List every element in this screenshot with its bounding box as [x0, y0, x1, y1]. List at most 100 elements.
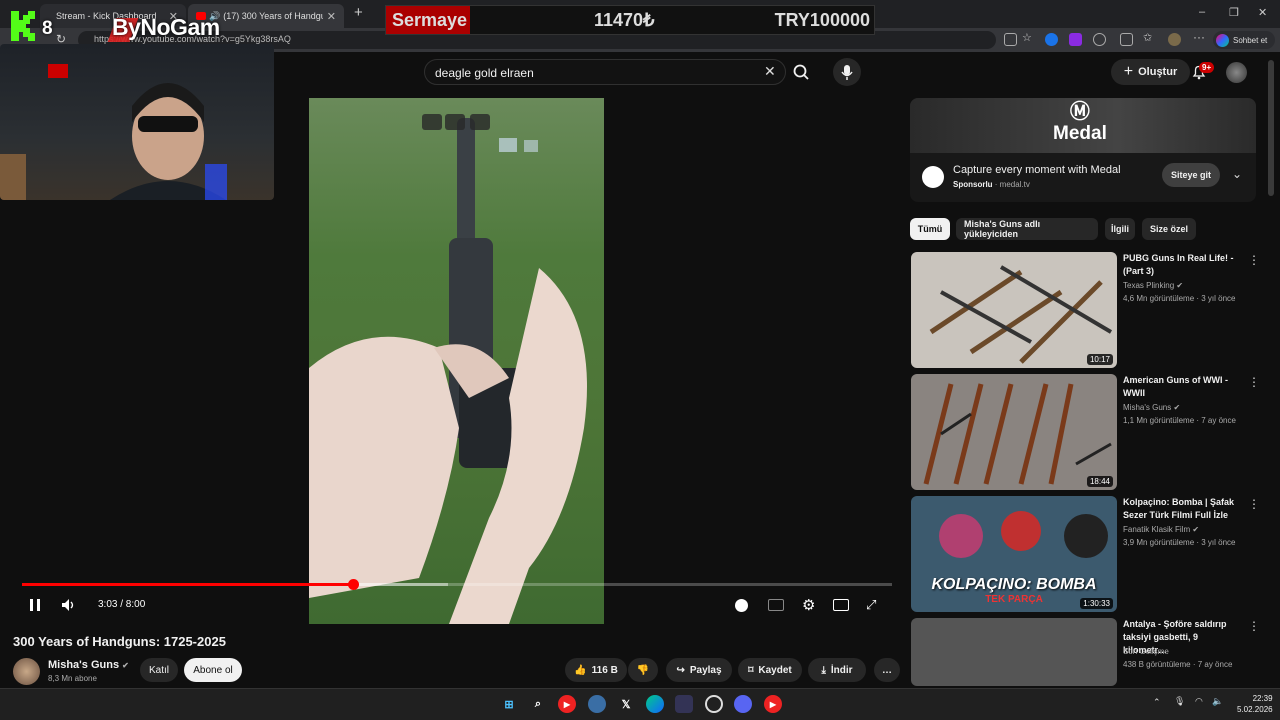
chip-all[interactable]: Tümü — [910, 218, 950, 240]
chip-related[interactable]: İlgili — [1105, 218, 1135, 240]
split-screen-icon[interactable] — [1120, 33, 1133, 46]
duration-badge: 1:30:33 — [1080, 598, 1113, 609]
recommended-title[interactable]: Kolpaçino: Bomba | Şafak Sezer Türk Film… — [1123, 496, 1241, 522]
ad-sponsor-line: Sponsorlu · medal.tv — [953, 180, 1030, 189]
kebab-menu-icon[interactable]: ⋮ — [1248, 253, 1260, 267]
favorites-icon[interactable]: ✩ — [1143, 31, 1152, 44]
video-tool-icon[interactable] — [470, 114, 490, 130]
volume-icon — [62, 599, 74, 611]
close-window-icon[interactable]: ✕ — [1258, 6, 1267, 19]
channel-avatar[interactable] — [13, 658, 40, 685]
recommended-title[interactable]: PUBG Guns In Real Life! - (Part 3) — [1123, 252, 1241, 278]
chevron-down-icon[interactable]: ⌄ — [1232, 167, 1242, 181]
discord-icon[interactable] — [734, 695, 752, 713]
more-icon[interactable]: ··· — [1193, 30, 1205, 44]
media-app-icon[interactable]: ▶ — [558, 695, 576, 713]
dislike-button[interactable]: 👎 — [628, 658, 658, 682]
verified-icon: ✔ — [122, 661, 129, 670]
verified-icon: ✔ — [1176, 281, 1184, 290]
extension-icon[interactable] — [1093, 33, 1106, 46]
save-button[interactable]: ⌑ Kaydet — [738, 658, 802, 682]
search-input[interactable]: deagle gold elraen — [424, 59, 786, 85]
volume-button[interactable] — [60, 597, 76, 613]
autoplay-toggle[interactable] — [735, 599, 748, 612]
voice-search-button[interactable] — [833, 58, 861, 86]
thumbs-up-icon: 👍 — [574, 664, 587, 676]
visit-site-button[interactable]: Siteye git — [1162, 163, 1220, 187]
sponsored-ad[interactable]: Ⓜ Medal Capture every moment with Medal … — [910, 98, 1256, 202]
start-icon[interactable]: ⊞ — [500, 695, 518, 713]
maximize-icon[interactable]: ❐ — [1229, 6, 1239, 19]
like-count: 116 B — [591, 664, 618, 676]
video-player[interactable] — [309, 98, 604, 624]
chrome-icon[interactable] — [705, 695, 723, 713]
search-icon — [793, 64, 809, 80]
create-button[interactable]: + Oluştur — [1111, 59, 1190, 85]
star-icon[interactable]: ☆ — [1022, 31, 1032, 44]
subscribe-button[interactable]: Abone ol — [184, 658, 242, 682]
ad-domain: medal.tv — [999, 180, 1030, 189]
chevron-up-icon[interactable]: ⌃ — [1153, 697, 1161, 708]
profile-icon[interactable] — [1168, 33, 1181, 46]
wifi-icon[interactable]: ◠ — [1195, 696, 1203, 707]
chip-for-you[interactable]: Size özel — [1142, 218, 1196, 240]
taskbar-clock[interactable]: 22:39 5.02.2026 — [1237, 693, 1273, 715]
speaker-tray-icon[interactable]: 🔈 — [1212, 696, 1223, 707]
scrollbar[interactable] — [1268, 60, 1274, 196]
donation-ticker: Sermaye 11470₺ TRY100000 — [385, 5, 875, 35]
store-icon[interactable] — [675, 695, 693, 713]
search-icon[interactable]: ⌕ — [529, 695, 547, 713]
video-title: 300 Years of Handguns: 1725-2025 — [13, 634, 226, 649]
kebab-menu-icon[interactable]: ⋮ — [1248, 497, 1260, 511]
x-app-icon[interactable]: 𝕏 — [617, 695, 635, 713]
new-tab-button[interactable]: + — [354, 4, 363, 21]
recommended-thumbnail[interactable] — [911, 618, 1117, 686]
recommended-channel[interactable]: Son Gelişme — [1123, 647, 1169, 656]
recommended-meta: 4,6 Mn görüntüleme · 3 yıl önce — [1123, 294, 1236, 303]
like-button[interactable]: 👍 116 B — [565, 658, 627, 682]
mic-tray-icon[interactable]: 🎙 — [1174, 696, 1185, 707]
recommended-channel[interactable]: Fanatik Klasik Film ✔ — [1123, 525, 1199, 534]
recommended-thumbnail[interactable]: KOLPAÇINO: BOMBA TEK PARÇA 1:30:33 — [911, 496, 1117, 612]
extension-icon[interactable] — [1069, 33, 1082, 46]
chip-from-uploader[interactable]: Misha's Guns adlı yükleyiciden — [956, 218, 1098, 240]
share-button[interactable]: ↪ Paylaş — [666, 658, 732, 682]
recommended-thumbnail[interactable]: 18:44 — [911, 374, 1117, 490]
close-icon[interactable]: ✕ — [327, 10, 336, 23]
theater-mode-icon[interactable] — [833, 599, 849, 611]
open-in-app-icon[interactable] — [1004, 33, 1017, 46]
join-button[interactable]: Katıl — [140, 658, 178, 682]
settings-icon[interactable]: ⚙ — [802, 596, 815, 614]
search-button[interactable] — [786, 59, 818, 85]
kebab-menu-icon[interactable]: ⋮ — [1248, 375, 1260, 389]
recommended-thumbnail[interactable]: 10:17 — [911, 252, 1117, 368]
download-button[interactable]: ⤓ İndir — [808, 658, 866, 682]
youtube-app-icon[interactable]: ▶ — [764, 695, 782, 713]
video-tool-icon[interactable] — [422, 114, 442, 130]
fullscreen-icon[interactable]: ⤢ — [866, 597, 876, 613]
edge-icon[interactable] — [646, 695, 664, 713]
channel-name[interactable]: Misha's Guns ✔ — [48, 659, 129, 671]
recommended-meta: 3,9 Mn görüntüleme · 3 yıl önce — [1123, 538, 1236, 547]
video-tool-icon[interactable] — [445, 114, 465, 130]
subtitles-icon[interactable] — [768, 599, 784, 611]
medal-logo: Ⓜ Medal — [1053, 101, 1107, 145]
more-actions-button[interactable]: … — [874, 658, 900, 682]
minimize-icon[interactable]: – — [1199, 6, 1205, 18]
channel-name-label: Misha's Guns — [48, 659, 120, 671]
subscriber-count: 8,3 Mn abone — [48, 674, 97, 683]
recommended-channel[interactable]: Misha's Guns ✔ — [1123, 403, 1180, 412]
clear-search-icon[interactable]: ✕ — [764, 63, 776, 80]
avatar[interactable] — [1226, 62, 1247, 83]
thumbnail-title: KOLPAÇINO: BOMBA — [931, 576, 1097, 593]
kick-logo: 8 — [8, 8, 53, 44]
recommended-title[interactable]: American Guns of WWI - WWII — [1123, 374, 1241, 400]
download-label: İndir — [830, 664, 853, 676]
scrubber-handle[interactable] — [347, 579, 359, 590]
extension-icon[interactable] — [1045, 33, 1058, 46]
recommended-channel[interactable]: Texas Plinking ✔ — [1123, 281, 1183, 290]
copilot-chat-button[interactable]: Sohbet et — [1213, 31, 1275, 49]
pause-button[interactable] — [28, 598, 42, 612]
settings-app-icon[interactable] — [588, 695, 606, 713]
kebab-menu-icon[interactable]: ⋮ — [1248, 619, 1260, 633]
